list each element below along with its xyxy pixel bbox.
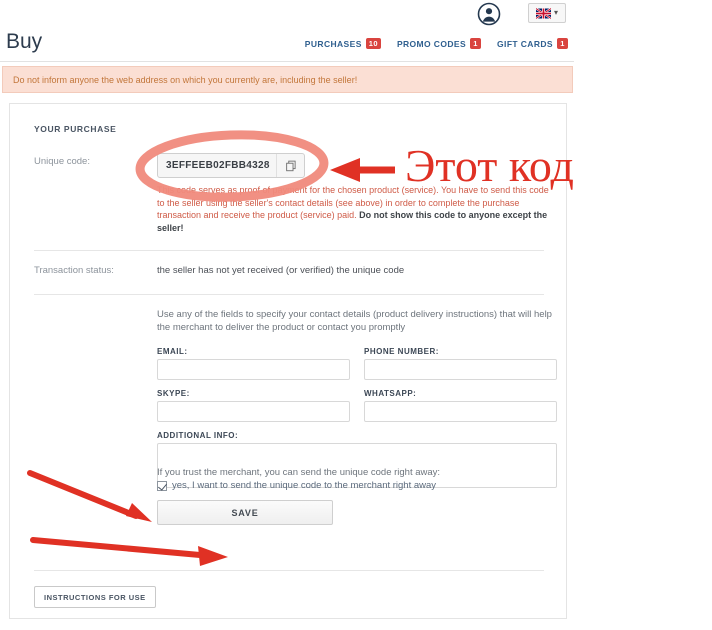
field-whatsapp: WHATSAPP:: [364, 389, 557, 422]
divider-3: [34, 570, 544, 571]
contact-instructions: Use any of the fields to specify your co…: [157, 309, 552, 333]
copy-icon[interactable]: [276, 154, 304, 177]
unique-code-field: 3EFFEEB02FBB4328: [157, 153, 305, 178]
unique-code-value: 3EFFEEB02FBB4328: [166, 160, 270, 171]
nav-link-purchases-label: PURCHASES: [304, 38, 362, 49]
top-utility-bar: ▾: [0, 0, 574, 28]
unique-code-label: Unique code:: [34, 156, 90, 167]
field-skype: SKYPE:: [157, 389, 350, 422]
header-nav-row: Buy PURCHASES 10 PROMO CODES 1 GIFT CARD…: [0, 28, 574, 62]
send-code-checkbox[interactable]: [157, 480, 167, 491]
nav-link-gift-cards-label: GIFT CARDS: [497, 38, 553, 49]
transaction-status-value: the seller has not yet received (or veri…: [157, 265, 405, 276]
chevron-down-icon: ▾: [553, 8, 558, 17]
send-code-checkbox-label: yes, I want to send the unique code to t…: [172, 480, 437, 491]
field-additional-info-label: ADDITIONAL INFO:: [157, 431, 239, 440]
nav-link-gift-cards[interactable]: GIFT CARDS 1: [497, 38, 568, 49]
nav-badge-gift-cards: 1: [557, 38, 568, 49]
instructions-for-use-button[interactable]: INSTRUCTIONS FOR USE: [34, 586, 156, 608]
warning-banner: Do not inform anyone the web address on …: [2, 66, 573, 93]
nav-link-promo-codes-label: PROMO CODES: [396, 38, 467, 49]
field-phone: PHONE NUMBER:: [364, 347, 557, 380]
site-column: ▾ Buy PURCHASES 10 PROMO CODES 1 GIFT CA…: [0, 0, 574, 630]
warning-banner-text: Do not inform anyone the web address on …: [13, 74, 358, 85]
transaction-status-label: Transaction status:: [34, 265, 114, 276]
field-email: EMAIL:: [157, 347, 350, 380]
nav-badge-purchases: 10: [365, 38, 381, 49]
field-whatsapp-label: WHATSAPP:: [364, 389, 417, 398]
language-selector[interactable]: ▾: [528, 3, 566, 23]
field-email-label: EMAIL:: [157, 347, 188, 356]
save-button[interactable]: SAVE: [157, 500, 333, 525]
divider-2: [34, 294, 544, 295]
nav-link-promo-codes[interactable]: PROMO CODES 1: [396, 38, 482, 49]
field-phone-label: PHONE NUMBER:: [364, 347, 439, 356]
field-skype-label: SKYPE:: [157, 389, 190, 398]
page-root: ▾ Buy PURCHASES 10 PROMO CODES 1 GIFT CA…: [0, 0, 712, 630]
nav-badge-promo-codes: 1: [470, 38, 482, 49]
brand-logo[interactable]: Buy: [6, 30, 42, 54]
nav-link-purchases[interactable]: PURCHASES 10: [305, 38, 381, 49]
uk-flag-icon: [535, 7, 551, 19]
email-input[interactable]: [157, 359, 350, 380]
contact-fields-grid: EMAIL: PHONE NUMBER: SKYPE: WHATSAPP:: [157, 347, 557, 422]
user-avatar-icon[interactable]: [477, 2, 501, 26]
trust-note: If you trust the merchant, you can send …: [157, 467, 441, 478]
annotation-text: Этот код: [405, 140, 574, 191]
page-title: YOUR PURCHASE: [34, 124, 117, 134]
header-nav-links: PURCHASES 10 PROMO CODES 1 GIFT CARDS 1: [305, 38, 568, 49]
phone-number-input[interactable]: [364, 359, 557, 380]
whatsapp-input[interactable]: [364, 401, 557, 422]
divider-1: [34, 250, 544, 251]
send-code-checkbox-row[interactable]: yes, I want to send the unique code to t…: [157, 480, 436, 491]
skype-input[interactable]: [157, 401, 350, 422]
